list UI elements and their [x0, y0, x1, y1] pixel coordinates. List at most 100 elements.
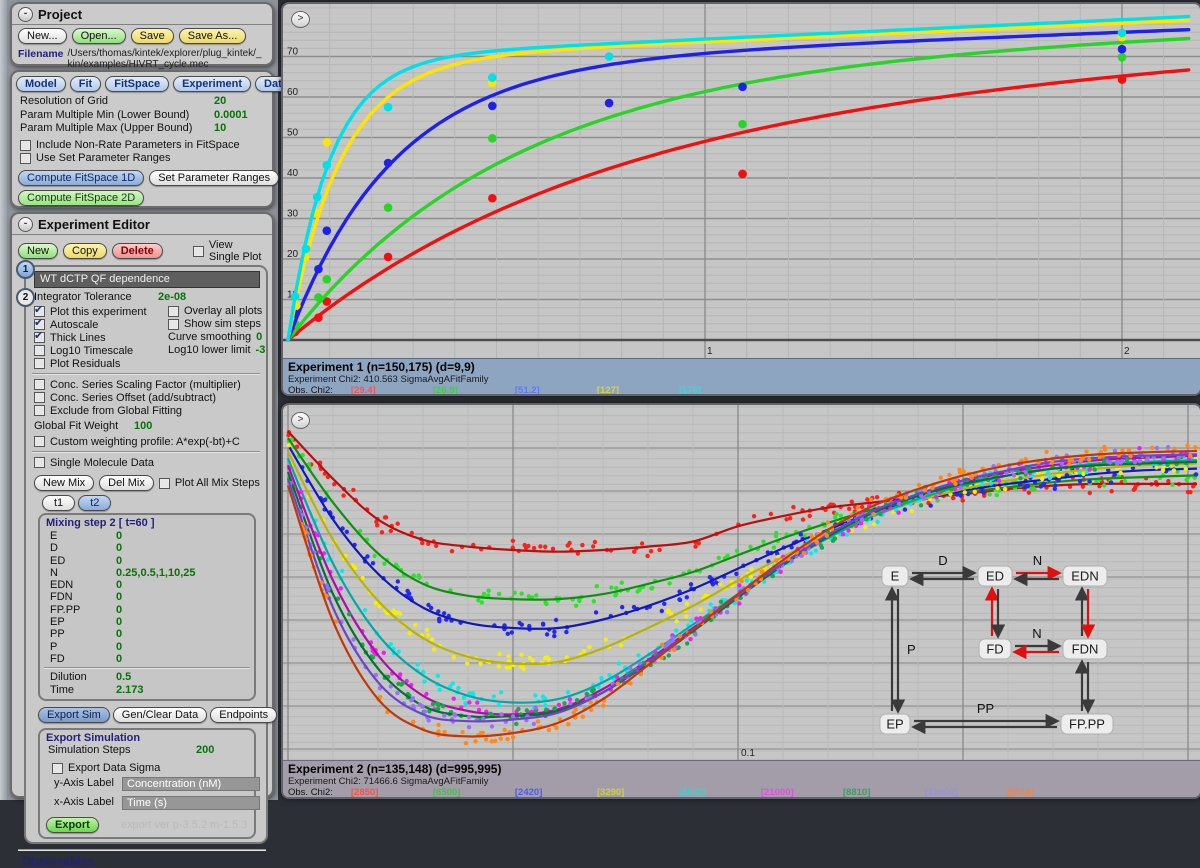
- plot-check-4-checkbox[interactable]: [34, 358, 45, 369]
- species-name: D: [50, 542, 58, 554]
- plot-check-4-label: Plot Residuals: [50, 358, 120, 370]
- fitspace-row-value[interactable]: 10: [214, 122, 226, 134]
- new-experiment-button[interactable]: New: [18, 243, 58, 259]
- expand-plot1-icon[interactable]: >: [291, 11, 310, 28]
- species-value[interactable]: 0: [116, 616, 122, 628]
- plot-all-mix-steps-checkbox[interactable]: [159, 478, 170, 489]
- x-axis-label-field[interactable]: Time (s): [122, 796, 260, 810]
- simulation-steps-value[interactable]: 200: [196, 744, 214, 756]
- dilution-value[interactable]: 0.5: [116, 671, 131, 683]
- tab-experiment[interactable]: Experiment: [173, 76, 251, 92]
- species-value[interactable]: 0: [116, 555, 122, 567]
- fitspace-check-1-row: Use Set Parameter Ranges: [12, 152, 272, 165]
- species-value[interactable]: 0: [116, 579, 122, 591]
- single-molecule-checkbox[interactable]: [34, 457, 45, 468]
- reaction-node-EP[interactable]: EP: [880, 714, 910, 734]
- series-check-2-row: Exclude from Global Fitting: [26, 404, 266, 417]
- series-curve-yellow: [288, 20, 1189, 340]
- plot-check-3-checkbox[interactable]: [34, 345, 45, 356]
- species-value[interactable]: 0: [116, 542, 122, 554]
- curve-smoothing-value[interactable]: 0: [256, 331, 262, 343]
- series-check-1-checkbox[interactable]: [34, 392, 45, 403]
- log10-lower-limit-value[interactable]: -3: [256, 344, 266, 356]
- compute-fitspace-2d-button[interactable]: Compute FitSpace 2D: [18, 190, 144, 206]
- experiment2-plot-panel: 0.1DNNPPPEEDEDNFDFDNEPFP.PP > Experiment…: [281, 403, 1200, 799]
- obs-chi2-value: [6910]: [1007, 787, 1089, 798]
- minimize-icon[interactable]: -: [18, 217, 33, 232]
- new-mix-button[interactable]: New Mix: [34, 475, 94, 491]
- project-button-new[interactable]: New...: [18, 28, 67, 44]
- export-button[interactable]: Export: [46, 817, 99, 833]
- species-value[interactable]: 0: [116, 530, 122, 542]
- copy-experiment-button[interactable]: Copy: [63, 243, 107, 259]
- species-value[interactable]: 0: [116, 653, 122, 665]
- experiment-2-selector[interactable]: 2: [16, 288, 35, 307]
- reaction-node-FD[interactable]: FD: [979, 639, 1011, 659]
- endpoints-button[interactable]: Endpoints: [210, 707, 277, 723]
- mix-tab-t1[interactable]: t1: [42, 495, 75, 511]
- fitspace-check-0-checkbox[interactable]: [20, 140, 31, 151]
- reaction-node-FDN[interactable]: FDN: [1063, 639, 1107, 659]
- project-button-save[interactable]: Save: [131, 28, 174, 44]
- plot-check2-1-checkbox[interactable]: [168, 319, 179, 330]
- set-parameter-ranges-button[interactable]: Set Parameter Ranges: [149, 170, 279, 186]
- project-button-saveas[interactable]: Save As...: [179, 28, 247, 44]
- fitspace-panel: ModelFitFitSpaceExperimentData Resolutio…: [10, 70, 274, 208]
- species-row: FP.PP 0: [40, 604, 254, 616]
- integrator-tolerance-value[interactable]: 2e-08: [158, 291, 186, 303]
- plot-check2-0-checkbox[interactable]: [168, 306, 179, 317]
- reaction-node-EDN[interactable]: EDN: [1063, 566, 1107, 586]
- view-single-plot-checkbox[interactable]: [193, 246, 204, 257]
- fitspace-row-value[interactable]: 0.0001: [214, 109, 248, 121]
- mixing-step-box: Mixing step 2 [ t=60 ] E0D0ED0N0.25,0.5,…: [38, 513, 256, 701]
- experiment1-chart[interactable]: 1020304050607012: [283, 4, 1200, 360]
- species-name: P: [50, 641, 57, 653]
- plot-check-1-row: AutoscaleShow sim steps: [26, 318, 266, 331]
- species-value[interactable]: 0: [116, 641, 122, 653]
- del-mix-button[interactable]: Del Mix: [99, 475, 154, 491]
- tab-fit[interactable]: Fit: [70, 76, 101, 92]
- global-fit-weight-value[interactable]: 100: [134, 420, 152, 432]
- experiment2-status-title: Experiment 2 (n=135,148) (d=995,995): [288, 762, 1195, 776]
- series-check-0-checkbox[interactable]: [34, 379, 45, 390]
- time-value[interactable]: 2.173: [116, 684, 144, 696]
- delete-experiment-button[interactable]: Delete: [112, 243, 163, 259]
- fitspace-row-value[interactable]: 20: [214, 95, 226, 107]
- expand-plot2-icon[interactable]: >: [291, 412, 310, 429]
- compute-fitspace-1d-button[interactable]: Compute FitSpace 1D: [18, 170, 144, 186]
- gen-clear-data-button[interactable]: Gen/Clear Data: [113, 707, 207, 723]
- reaction-node-ED[interactable]: ED: [978, 566, 1012, 586]
- series-option-checks: Conc. Series Scaling Factor (multiplier)…: [26, 378, 266, 417]
- species-value[interactable]: 0: [116, 604, 122, 616]
- y-axis-label-field[interactable]: Concentration (nM): [122, 777, 260, 791]
- species-name: PP: [50, 628, 65, 640]
- species-name: FP.PP: [50, 604, 80, 616]
- experiment-1-selector[interactable]: 1: [16, 260, 35, 279]
- experiment2-chi2-text: Experiment Chi2: 71466.6 SigmaAvgAFitFam…: [288, 776, 1195, 787]
- plot-check-2-checkbox[interactable]: [34, 332, 45, 343]
- experiment-title-field[interactable]: WT dCTP QF dependence: [34, 271, 260, 288]
- curve-smoothing: Curve smoothing0: [168, 331, 262, 343]
- minimize-icon[interactable]: -: [18, 7, 33, 22]
- series-check-2-checkbox[interactable]: [34, 405, 45, 416]
- plot-check-0-row: Plot this experimentOverlay all plots: [26, 305, 266, 318]
- export-sim-button[interactable]: Export Sim: [38, 707, 110, 723]
- export-data-sigma-label: Export Data Sigma: [68, 762, 160, 774]
- log10-lower-limit-label: Log10 lower limit: [168, 344, 251, 356]
- species-value[interactable]: 0.25,0.5,1,10,25: [116, 567, 196, 579]
- species-row: ED0: [40, 555, 254, 567]
- mix-tab-t2[interactable]: t2: [78, 495, 111, 511]
- reaction-node-FP.PP[interactable]: FP.PP: [1061, 714, 1113, 734]
- custom-weighting-checkbox[interactable]: [34, 436, 45, 447]
- export-data-sigma-checkbox[interactable]: [52, 763, 63, 774]
- reaction-node-E[interactable]: E: [882, 566, 908, 586]
- tab-model[interactable]: Model: [16, 76, 66, 92]
- species-row: N0.25,0.5,1,10,25: [40, 567, 254, 579]
- series-check-1-label: Conc. Series Offset (add/subtract): [50, 392, 216, 404]
- species-value[interactable]: 0: [116, 591, 122, 603]
- tab-fitspace[interactable]: FitSpace: [105, 76, 169, 92]
- project-button-open[interactable]: Open...: [72, 28, 126, 44]
- species-value[interactable]: 0: [116, 628, 122, 640]
- experiment2-chart[interactable]: 0.1DNNPPPEEDEDNFDFDNEPFP.PP: [283, 405, 1200, 760]
- fitspace-check-1-checkbox[interactable]: [20, 153, 31, 164]
